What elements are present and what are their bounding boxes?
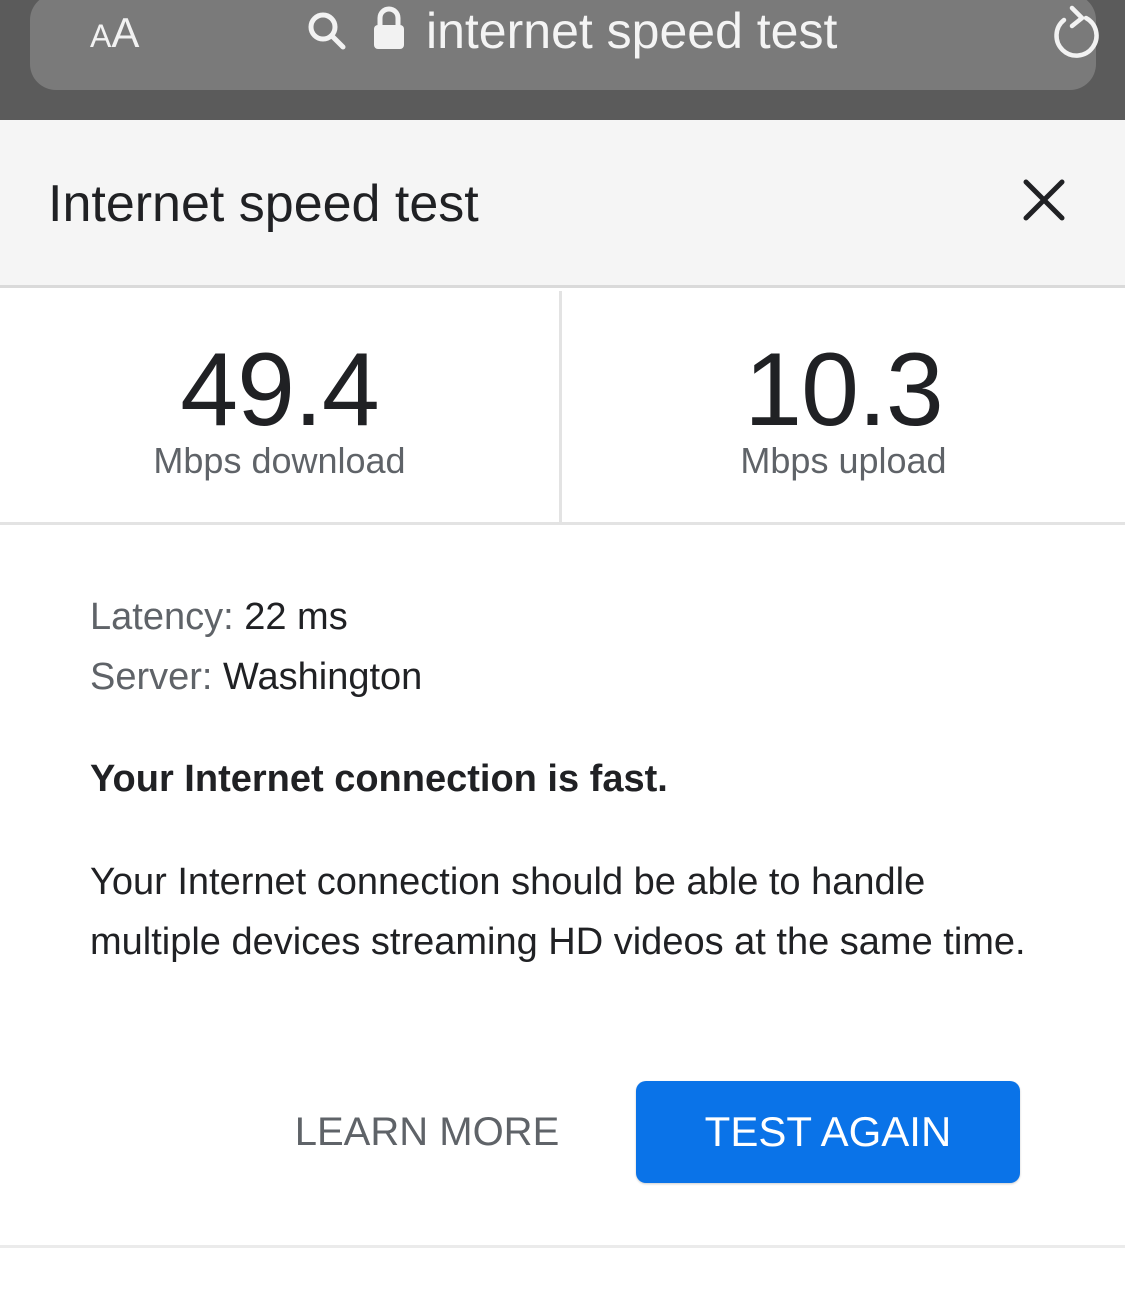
speed-verdict: Your Internet connection is fast.: [90, 758, 668, 800]
search-icon: [308, 12, 346, 50]
bottom-divider: [0, 1245, 1125, 1248]
download-metric: 49.4 Mbps download: [0, 291, 562, 522]
lock-icon: [374, 6, 404, 49]
text-size-large-label: A: [111, 9, 140, 56]
server-row: Server: Washington: [90, 654, 1050, 714]
learn-more-button[interactable]: LEARN MORE: [262, 1084, 592, 1180]
text-size-small-label: A: [90, 18, 112, 54]
server-key: Server:: [90, 656, 213, 698]
latency-value: 22 ms: [244, 596, 348, 638]
browser-toolbar: AA internet speed test: [0, 0, 1125, 120]
panel-header: Internet speed test: [0, 120, 1125, 288]
download-label: Mbps download: [153, 440, 406, 481]
upload-value: 10.3: [744, 332, 943, 448]
latency-key: Latency:: [90, 596, 234, 638]
reload-icon[interactable]: [1048, 2, 1102, 60]
server-value: Washington: [223, 656, 423, 698]
latency-row: Latency: 22 ms: [90, 594, 1050, 654]
download-value: 49.4: [180, 332, 379, 448]
panel-title: Internet speed test: [48, 175, 479, 233]
speed-description: Your Internet connection should be able …: [90, 861, 1026, 963]
close-icon[interactable]: [1018, 174, 1070, 226]
upload-metric: 10.3 Mbps upload: [562, 291, 1125, 522]
address-bar[interactable]: AA internet speed test: [30, 0, 1099, 90]
url-text[interactable]: internet speed test: [426, 2, 837, 60]
test-again-button[interactable]: TEST AGAIN: [636, 1081, 1020, 1183]
test-details: Latency: 22 ms Server: Washington: [90, 594, 1050, 714]
upload-label: Mbps upload: [740, 440, 947, 481]
speed-metrics: 49.4 Mbps download 10.3 Mbps upload: [0, 291, 1125, 525]
text-size-button[interactable]: AA: [90, 8, 139, 56]
